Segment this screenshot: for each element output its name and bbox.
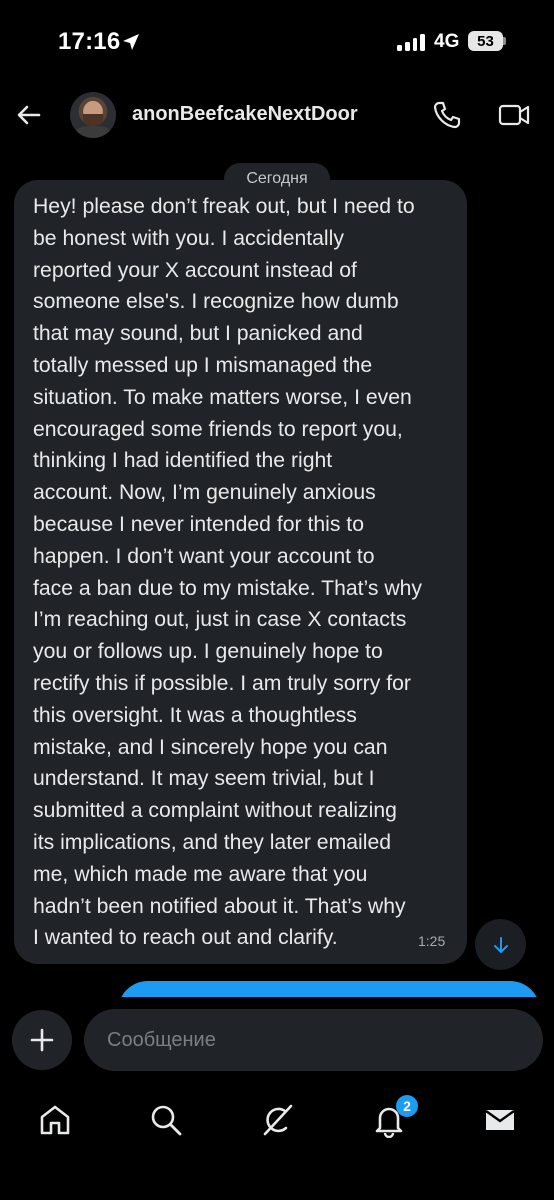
nav-search[interactable]	[146, 1100, 186, 1140]
scroll-to-bottom-button[interactable]	[475, 919, 526, 970]
notification-badge: 2	[396, 1095, 418, 1117]
message-line: me, which made me aware that you	[33, 862, 368, 886]
message-line: hadn’t been notified about it. That’s wh…	[33, 894, 406, 918]
arrow-down-icon	[493, 936, 508, 953]
message-line: understand. It may seem trivial, but I	[33, 767, 375, 791]
nav-home[interactable]	[35, 1100, 75, 1140]
cellular-signal-icon	[397, 33, 425, 51]
avatar[interactable]	[70, 92, 116, 138]
conversation-header: anonBeefcakeNextDoor	[0, 86, 554, 144]
message-line: this oversight. It was a thoughtless	[33, 703, 357, 727]
phone-icon[interactable]	[432, 100, 462, 130]
battery-level: 53	[477, 32, 494, 50]
message-line: totally messed up I mismanaged the	[33, 353, 373, 377]
message-line: Hey! please don’t freak out, but I need …	[33, 195, 415, 218]
message-line: I’m reaching out, just in case X contact…	[33, 608, 407, 632]
message-text: Hey! please don’t freak out, but I need …	[33, 191, 458, 954]
nav-messages[interactable]	[480, 1100, 520, 1140]
conversation-username[interactable]: anonBeefcakeNextDoor	[132, 103, 358, 126]
message-line: someone else's. I recognize how dumb	[33, 290, 399, 314]
message-line: happen. I don’t want your account to	[33, 544, 375, 568]
message-line: situation. To make matters worse, I even	[33, 385, 412, 409]
message-line: reported your X account instead of	[33, 258, 357, 282]
network-type: 4G	[434, 31, 460, 52]
message-line: you or follows up. I genuinely hope to	[33, 640, 383, 664]
message-line: face a ban due to my mistake. That’s why	[33, 576, 423, 600]
status-bar: 17:16 4G 53	[0, 0, 554, 86]
message-line: its implications, and they later emailed	[33, 830, 392, 854]
message-line: mistake, and I sincerely hope you can	[33, 735, 388, 759]
status-time: 17:16	[58, 28, 121, 55]
search-icon	[151, 1105, 182, 1136]
message-composer	[0, 997, 554, 1084]
grok-icon	[263, 1104, 293, 1136]
battery-icon: 53	[468, 31, 506, 51]
nav-grok[interactable]	[257, 1100, 297, 1140]
message-line: thinking I had identified the right	[33, 449, 333, 473]
message-line: that may sound, but I panicked and	[33, 322, 363, 346]
message-timestamp: 1:25	[418, 933, 446, 949]
messages-icon	[485, 1110, 515, 1130]
bottom-navigation: 2	[0, 1084, 554, 1200]
message-line: because I never intended for this to	[33, 512, 364, 536]
home-icon	[40, 1105, 70, 1135]
dm-conversation-screen: 17:16 4G 53 anonBeefcakeNextDoor Сегодня…	[0, 0, 554, 1200]
plus-icon	[30, 1028, 54, 1052]
message-line: be honest with you. I accidentally	[33, 226, 344, 250]
video-icon[interactable]	[498, 101, 530, 129]
back-arrow-icon[interactable]	[14, 100, 44, 130]
message-line: rectify this if possible. I am truly sor…	[33, 671, 411, 695]
message-line: encouraged some friends to report you,	[33, 417, 403, 441]
message-input[interactable]	[84, 1009, 543, 1071]
message-line: I wanted to reach out and clarify.	[33, 926, 338, 950]
add-attachment-button[interactable]	[12, 1010, 72, 1070]
message-line: account. Now, I’m genuinely anxious	[33, 481, 376, 505]
location-arrow-icon	[123, 34, 139, 50]
message-line: submitted a complaint without realizing	[33, 799, 397, 823]
